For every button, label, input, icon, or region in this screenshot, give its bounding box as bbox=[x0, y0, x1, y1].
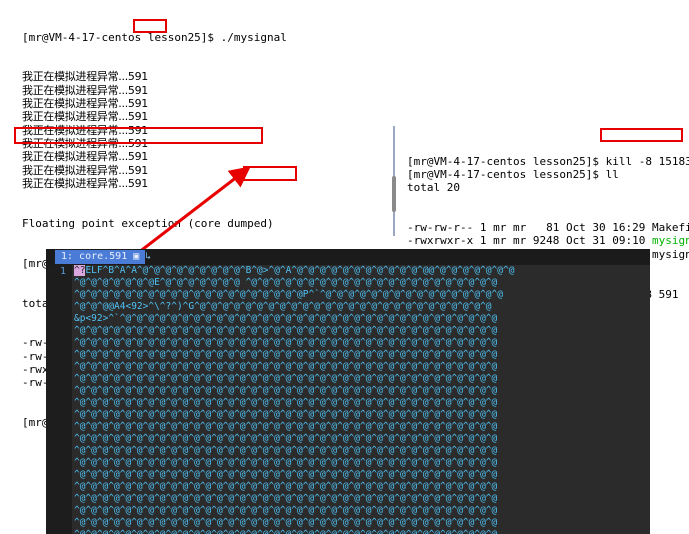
simulation-output-line: 我正在模拟进程异常...591 bbox=[22, 123, 148, 137]
binary-row: ^@^@^@^@^@^@^@^@^@^@^@^@^@^@^@^@^@^@^@^@… bbox=[74, 325, 498, 336]
tab-core-591[interactable]: 1: core.591 ▣ bbox=[55, 250, 146, 264]
binary-row: ^@^@^@^@^@^@^@^@^@^@^@^@^@^@^@^@^@^@^@^@… bbox=[74, 421, 498, 432]
binary-row: ^@^@^@^@^@^@^@^@^@^@^@^@^@^@^@^@^@^@^@^@… bbox=[74, 469, 498, 480]
binary-viewer-body[interactable]: 1 ^?ELF^B^A^A^@^@^@^@^@^@^@^@^@^B^@>^@^A… bbox=[46, 265, 650, 534]
binary-row: ^@^@^@^@^@^@^@^@^@^@^@^@^@^@^@^@^@^@^@^@… bbox=[74, 481, 498, 492]
binary-row: ^@^@^@^@^@^@^@^@^@^@^@^@^@^@^@^@^@^@^@^@… bbox=[74, 349, 498, 360]
binary-viewer-gutter: 1 bbox=[46, 265, 72, 534]
binary-row-text: ELF^B^A^A^@^@^@^@^@^@^@^@^@^B^@>^@^A^@^@… bbox=[85, 265, 515, 276]
binary-row: ^?ELF^B^A^A^@^@^@^@^@^@^@^@^@^B^@>^@^A^@… bbox=[74, 265, 650, 277]
file-listing-row: -rwxrwxr-x 1 mr mr 9248 Oct 31 09:10 mys… bbox=[407, 234, 689, 247]
simulation-output-line: 我正在模拟进程异常...591 bbox=[22, 136, 148, 150]
simulation-output-line: 我正在模拟进程异常...591 bbox=[22, 70, 148, 84]
binary-row: ^@^@^@^@^@^@^@^@^@^@^@^@^@^@^@^@^@^@^@^@… bbox=[74, 373, 498, 384]
simulation-output-line: 我正在模拟进程异常...591 bbox=[22, 163, 148, 177]
file-meta: -rwxrwxr-x 1 mr mr 9248 Oct 31 09:10 bbox=[407, 234, 653, 248]
simulation-output-line: 我正在模拟进程异常...591 bbox=[22, 97, 148, 111]
floating-point-exception-line: Floating point exception (core dumped) bbox=[22, 216, 274, 230]
right-terminal-line: [mr@VM-4-17-centos lesson25]$ kill -8 15… bbox=[407, 154, 689, 168]
file-meta: -rw-rw-r-- 1 mr mr 81 Oct 30 16:29 bbox=[407, 221, 653, 235]
binary-row: ^@^@^@^@^@^@^@^@^@^@^@^@^@^@^@^@^@^@^@^@… bbox=[74, 337, 498, 348]
simulation-output-lines: 我正在模拟进程异常...591 我正在模拟进程异常...591 我正在模拟进程异常.… bbox=[22, 70, 390, 190]
binary-row: ^@^@^@@A4<92>^\^?^)^G^@^@^@^@^@^@^@^@^@^… bbox=[74, 301, 492, 312]
binary-viewer[interactable]: 1: core.591 ▣ ↳ 1 ^?ELF^B^A^A^@^@^@^@^@^… bbox=[46, 249, 650, 534]
right-terminal-head-lines: [mr@VM-4-17-centos lesson25]$ kill -8 15… bbox=[407, 155, 689, 195]
binary-row: ^@^@^@^@^@^@^@^@^@^@^@^@^@^@^@^@^@^@^@^@… bbox=[74, 385, 498, 396]
terminal-line-prompt-run: [mr@VM-4-17-centos lesson25]$ ./mysignal bbox=[22, 30, 287, 44]
right-terminal-line: [mr@VM-4-17-centos lesson25]$ ll bbox=[407, 167, 619, 181]
binary-row: ^@^@^@^@^@^@^@^@^@^@^@^@^@^@^@^@^@^@^@^@… bbox=[74, 409, 498, 420]
binary-viewer-content: ^?ELF^B^A^A^@^@^@^@^@^@^@^@^@^B^@>^@^A^@… bbox=[74, 265, 650, 534]
binary-viewer-tabbar: 1: core.591 ▣ ↳ bbox=[46, 249, 650, 265]
simulation-output-line: 我正在模拟进程异常...591 bbox=[22, 110, 148, 124]
file-name: mysignal.cc bbox=[652, 247, 689, 261]
binary-row: ^@^@^@^@^@^@^@^@^@^@^@^@^@^@^@^@^@^@^@^@… bbox=[74, 457, 498, 468]
right-terminal-scrollbar[interactable] bbox=[392, 176, 396, 212]
file-name: Makefile bbox=[652, 221, 689, 235]
simulation-output-line: 我正在模拟进程异常...591 bbox=[22, 83, 148, 97]
binary-row: ^@^@^@^@^@^@^@^@^@^@^@^@^@^@^@^@^@^@^@^@… bbox=[74, 505, 498, 516]
elf-magic-byte: ^? bbox=[74, 265, 86, 276]
simulation-output-line: 我正在模拟进程异常...591 bbox=[22, 150, 148, 164]
file-name: mysignal bbox=[652, 234, 689, 248]
binary-line-number: 1 bbox=[60, 266, 67, 277]
binary-row: ^@^@^@^@^@^@^@^@^@^@^@^@^@^@^@^@^@^@^@^@… bbox=[74, 289, 503, 300]
binary-row: ^@^@^@^@^@^@^@^@^@^@^@^@^@^@^@^@^@^@^@^@… bbox=[74, 361, 498, 372]
right-terminal[interactable]: [mr@VM-4-17-centos lesson25]$ kill -8 15… bbox=[399, 126, 689, 314]
right-terminal-line: total 20 bbox=[407, 181, 460, 195]
file-listing-row: -rw-rw-r-- 1 mr mr 81 Oct 30 16:29 Makef… bbox=[407, 221, 689, 234]
binary-row: ^@^@^@^@^@^@^@^@^@^@^@^@^@^@^@^@^@^@^@^@… bbox=[74, 445, 498, 456]
binary-row: ^@^@^@^@^@^@^@^@^@^@^@^@^@^@^@^@^@^@^@^@… bbox=[74, 529, 650, 534]
binary-row: &p<92>^`^@^@^@^@^@^@^@^@^@^@^@^@^@^@^@^@… bbox=[74, 313, 498, 324]
tab-overflow-icon: ↳ bbox=[145, 251, 152, 262]
simulation-output-line: 我正在模拟进程异常...591 bbox=[22, 176, 148, 190]
binary-row: ^@^@^@^@^@^@^@^@^@^@^@^@^@^@^@^@^@^@^@^@… bbox=[74, 397, 498, 408]
binary-row: ^@^@^@^@^@^@^@^@^@^@^@^@^@^@^@^@^@^@^@^@… bbox=[74, 517, 498, 528]
binary-row: ^@^@^@^@^@^@^@E^@^@^@^@^@^@^@ ^@^@^@^@^@… bbox=[74, 277, 498, 288]
left-terminal[interactable]: [mr@VM-4-17-centos lesson25]$ ./mysignal… bbox=[0, 0, 390, 430]
binary-row: ^@^@^@^@^@^@^@^@^@^@^@^@^@^@^@^@^@^@^@^@… bbox=[74, 493, 498, 504]
binary-row: ^@^@^@^@^@^@^@^@^@^@^@^@^@^@^@^@^@^@^@^@… bbox=[74, 433, 498, 444]
